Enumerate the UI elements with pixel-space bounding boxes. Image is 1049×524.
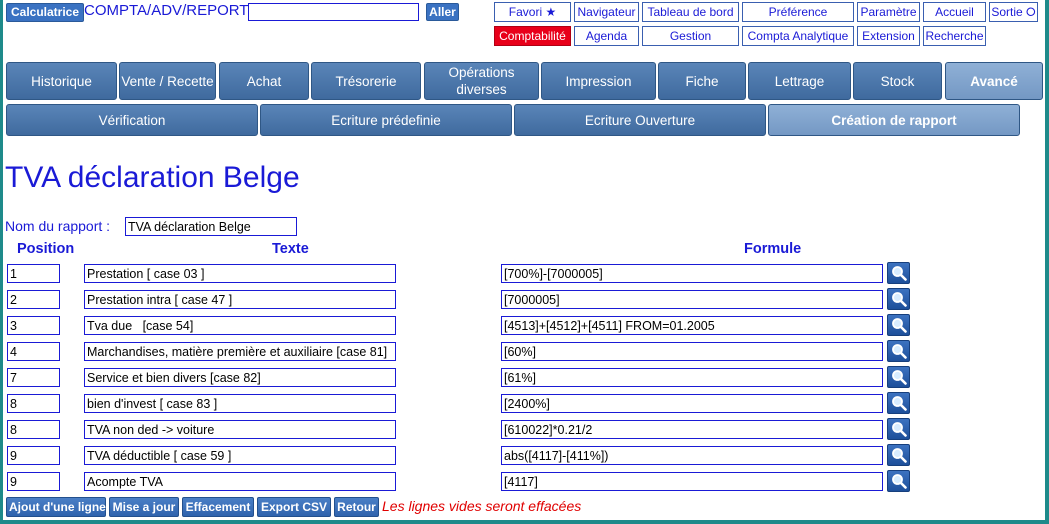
tab-avance[interactable]: Avancé [945,62,1043,100]
formula-field[interactable] [501,420,883,439]
tab-fiche[interactable]: Fiche [658,62,746,100]
magnifier-icon [892,474,907,489]
position-field[interactable] [7,472,60,491]
report-line-row [0,288,1049,312]
magnifier-icon [892,266,907,281]
bottom-border [0,520,1049,524]
formula-lookup-button[interactable] [887,392,910,414]
report-line-row [0,262,1049,286]
subtab-ecriture-ouverture[interactable]: Ecriture Ouverture [514,104,766,136]
nav-extension[interactable]: Extension [857,26,920,46]
position-field[interactable] [7,446,60,465]
nav-parametre[interactable]: Paramètre [857,2,920,22]
report-name-label: Nom du rapport : [5,218,111,234]
position-field[interactable] [7,394,60,413]
report-line-row [0,366,1049,390]
position-field[interactable] [7,316,60,335]
subtab-verification[interactable]: Vérification [6,104,258,136]
formula-lookup-button[interactable] [887,366,910,388]
formula-lookup-button[interactable] [887,444,910,466]
position-field[interactable] [7,290,60,309]
nav-navigateur[interactable]: Navigateur [574,2,639,22]
formula-field[interactable] [501,472,883,491]
magnifier-icon [892,292,907,307]
formula-field[interactable] [501,368,883,387]
report-name-input[interactable] [125,217,297,236]
nav-accueil[interactable]: Accueil [923,2,986,22]
nav-recherche[interactable]: Recherche [923,26,986,46]
tab-impression[interactable]: Impression [541,62,656,100]
tab-stock[interactable]: Stock [853,62,942,100]
position-field[interactable] [7,264,60,283]
column-header-position: Position [17,241,75,257]
magnifier-icon [892,370,907,385]
nav-tableau-de-bord[interactable]: Tableau de bord [642,2,739,22]
text-field[interactable] [84,368,396,387]
formula-field[interactable] [501,264,883,283]
report-line-row [0,314,1049,338]
formula-lookup-button[interactable] [887,314,910,336]
magnifier-icon [892,422,907,437]
tab-historique[interactable]: Historique [6,62,117,100]
formula-lookup-button[interactable] [887,340,910,362]
report-line-row [0,444,1049,468]
text-field[interactable] [84,290,396,309]
subtab-creation-rapport[interactable]: Création de rapport [768,104,1020,136]
page-title: TVA déclaration Belge [5,161,300,194]
formula-field[interactable] [501,316,883,335]
tab-vente-recette[interactable]: Vente / Recette [119,62,216,100]
formula-field[interactable] [501,394,883,413]
back-button[interactable]: Retour [334,497,379,517]
text-field[interactable] [84,420,396,439]
nav-gestion[interactable]: Gestion [642,26,739,46]
magnifier-icon [892,396,907,411]
tab-tresorerie[interactable]: Trésorerie [311,62,421,100]
nav-comptabilite[interactable]: Comptabilité [494,26,571,46]
text-field[interactable] [84,264,396,283]
update-button[interactable]: Mise a jour [109,497,179,517]
formula-lookup-button[interactable] [887,470,910,492]
position-field[interactable] [7,342,60,361]
formula-field[interactable] [501,290,883,309]
position-field[interactable] [7,420,60,439]
position-field[interactable] [7,368,60,387]
formula-lookup-button[interactable] [887,288,910,310]
text-field[interactable] [84,446,396,465]
nav-preference[interactable]: Préférence [742,2,854,22]
formula-field[interactable] [501,342,883,361]
add-line-button[interactable]: Ajout d'une ligne [6,497,106,517]
text-field[interactable] [84,472,396,491]
report-line-row [0,392,1049,416]
erase-button[interactable]: Effacement [182,497,254,517]
tab-lettrage[interactable]: Lettrage [748,62,851,100]
subtab-ecriture-predefinie[interactable]: Ecriture prédefinie [260,104,512,136]
warning-message: Les lignes vides seront effacées [382,498,582,514]
report-line-row [0,470,1049,494]
nav-compta-analytique[interactable]: Compta Analytique [742,26,854,46]
go-button[interactable]: Aller [426,3,459,21]
quick-search-input[interactable] [248,3,419,21]
export-csv-button[interactable]: Export CSV [257,497,331,517]
magnifier-icon [892,344,907,359]
formula-field[interactable] [501,446,883,465]
tab-achat[interactable]: Achat [219,62,309,100]
text-field[interactable] [84,342,396,361]
column-header-text: Texte [272,241,309,257]
magnifier-icon [892,448,907,463]
calculator-button[interactable]: Calculatrice [6,3,85,22]
text-field[interactable] [84,316,396,335]
text-field[interactable] [84,394,396,413]
tab-operations-diverses[interactable]: Opérations diverses [424,62,539,100]
nav-favori[interactable]: Favori ★ [494,2,571,22]
report-line-row [0,418,1049,442]
formula-lookup-button[interactable] [887,418,910,440]
app-path: COMPTA/ADV/REPORT [84,2,249,19]
column-header-formula: Formule [744,241,802,257]
magnifier-icon [892,318,907,333]
report-line-row [0,340,1049,364]
nav-sortie[interactable]: Sortie ⭘ [989,2,1038,22]
nav-agenda[interactable]: Agenda [574,26,639,46]
formula-lookup-button[interactable] [887,262,910,284]
